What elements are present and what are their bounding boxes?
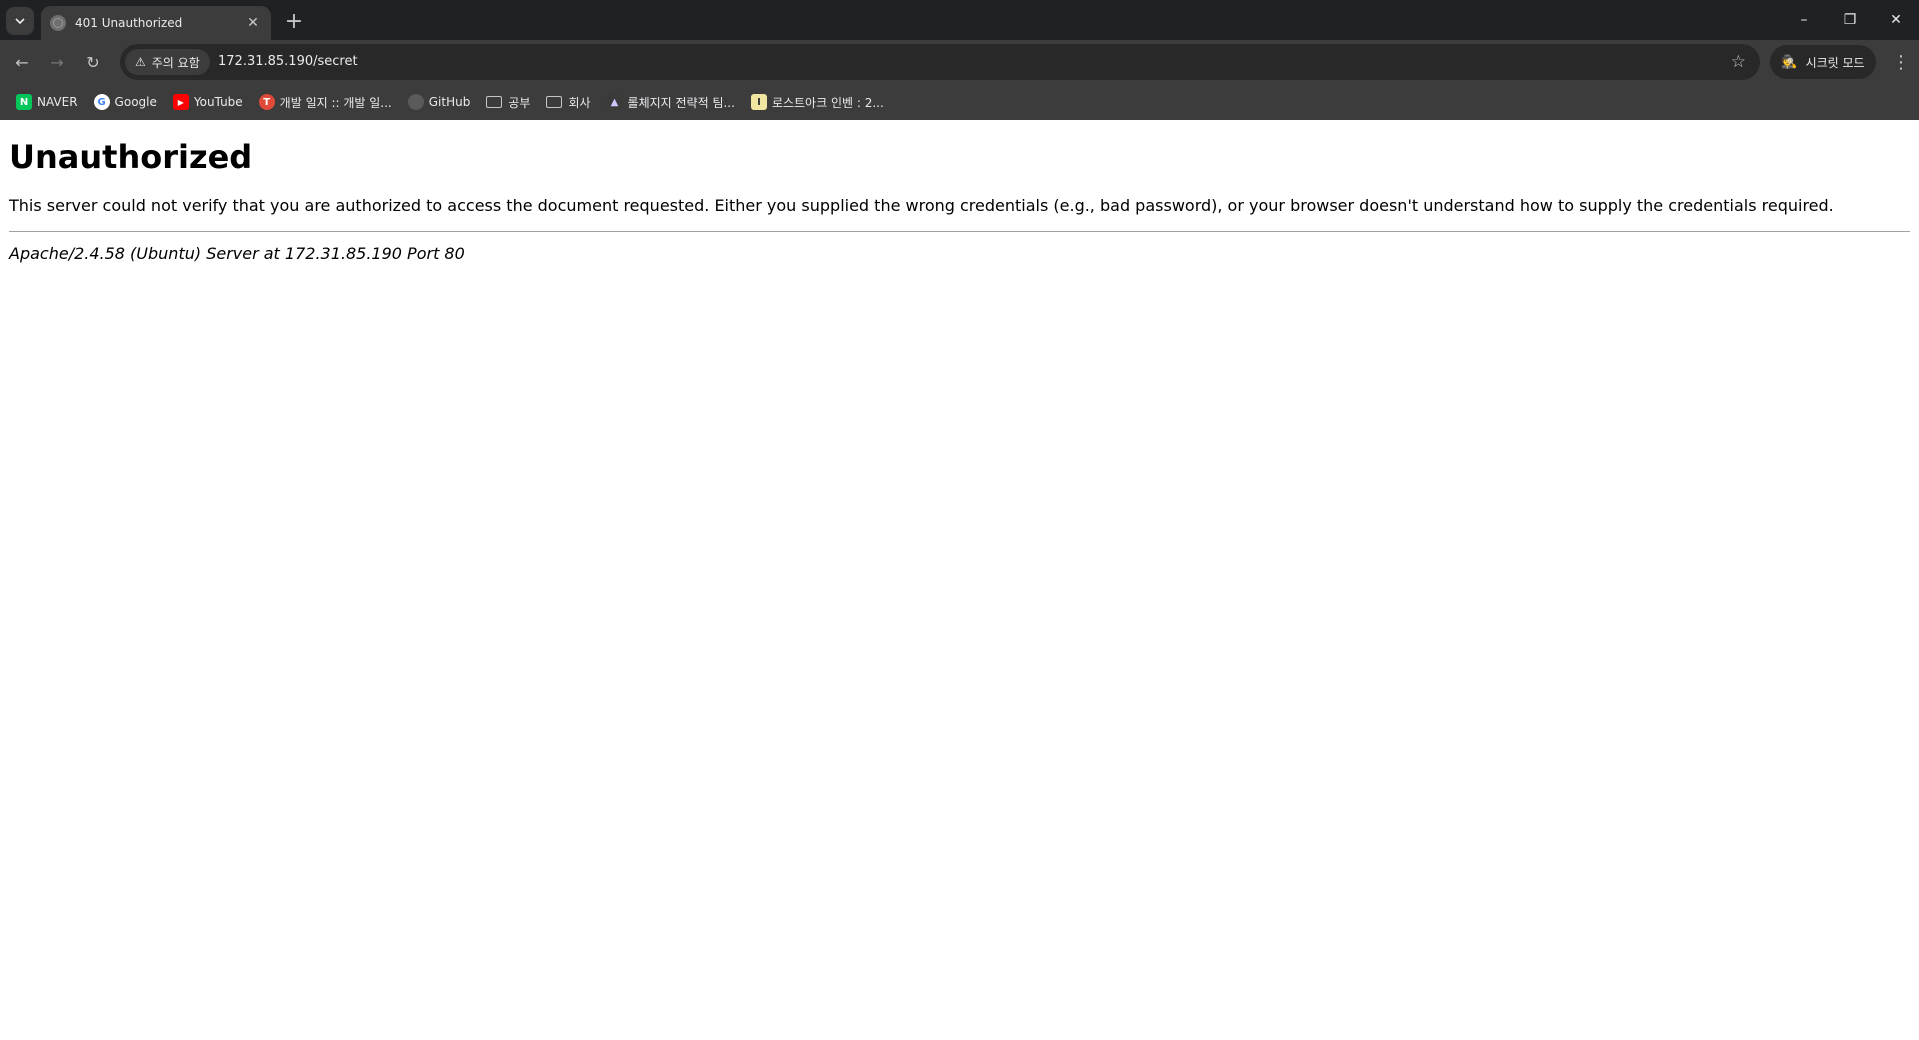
chevron-down-icon bbox=[15, 18, 25, 24]
bookmark-folder-company[interactable]: 회사 bbox=[540, 88, 596, 116]
star-icon[interactable]: ☆ bbox=[1731, 52, 1746, 72]
bookmark-inven[interactable]: I 로스트아크 인벤 : 2... bbox=[745, 88, 890, 116]
tab-strip: 401 Unauthorized ✕ + – ❐ ✕ bbox=[0, 0, 1919, 40]
page-title: Unauthorized bbox=[9, 138, 253, 176]
bookmarks-bar: N NAVER G Google ▶ YouTube T 개발 일지 :: 개발… bbox=[0, 84, 1919, 120]
bookmark-label: GitHub bbox=[428, 95, 471, 109]
bookmark-label: 롤체지지 전략적 팀... bbox=[627, 95, 735, 110]
bookmark-github[interactable]: GitHub bbox=[402, 88, 477, 116]
youtube-icon: ▶ bbox=[172, 94, 189, 110]
divider bbox=[9, 231, 1910, 232]
folder-icon bbox=[486, 96, 503, 108]
security-chip-label: 주의 요함 bbox=[151, 55, 200, 70]
bookmark-label: YouTube bbox=[193, 95, 243, 109]
tab-title: 401 Unauthorized bbox=[75, 16, 183, 30]
tistory-icon: T bbox=[258, 94, 275, 110]
lolchess-icon: ▲ bbox=[606, 94, 623, 110]
bookmark-label: 공부 bbox=[508, 95, 531, 110]
bookmark-folder-study[interactable]: 공부 bbox=[480, 88, 536, 116]
bookmark-youtube[interactable]: ▶ YouTube bbox=[167, 88, 249, 116]
folder-icon bbox=[546, 96, 563, 108]
server-signature: Apache/2.4.58 (Ubuntu) Server at 172.31.… bbox=[9, 244, 465, 263]
incognito-icon: 🕵 bbox=[1781, 54, 1798, 70]
tab-active[interactable]: 401 Unauthorized ✕ bbox=[41, 6, 271, 40]
forward-button[interactable]: → bbox=[43, 48, 71, 76]
bookmark-label: 개발 일지 :: 개발 일... bbox=[279, 95, 392, 110]
toolbar: ← → ↻ ⚠ 주의 요함 172.31.85.190/secret ☆ 🕵 시… bbox=[0, 40, 1919, 84]
globe-icon bbox=[50, 15, 66, 31]
bookmark-naver[interactable]: N NAVER bbox=[10, 88, 84, 116]
bookmark-dev-log[interactable]: T 개발 일지 :: 개발 일... bbox=[253, 88, 398, 116]
restore-button[interactable]: ❐ bbox=[1827, 0, 1873, 40]
incognito-label: 시크릿 모드 bbox=[1805, 55, 1865, 70]
address-bar[interactable]: ⚠ 주의 요함 172.31.85.190/secret ☆ bbox=[120, 44, 1760, 80]
github-icon bbox=[407, 94, 424, 110]
incognito-indicator[interactable]: 🕵 시크릿 모드 bbox=[1770, 45, 1876, 79]
back-button[interactable]: ← bbox=[8, 48, 36, 76]
error-message: This server could not verify that you ar… bbox=[9, 196, 1834, 215]
bookmark-lolchess[interactable]: ▲ 롤체지지 전략적 팀... bbox=[601, 88, 741, 116]
page-content: Unauthorized This server could not verif… bbox=[0, 120, 1919, 271]
url-text[interactable]: 172.31.85.190/secret bbox=[218, 54, 358, 69]
menu-button[interactable]: ⋮ bbox=[1889, 48, 1913, 76]
bookmark-google[interactable]: G Google bbox=[88, 88, 163, 116]
naver-icon: N bbox=[16, 94, 32, 110]
security-chip[interactable]: ⚠ 주의 요함 bbox=[125, 49, 210, 75]
close-icon[interactable]: ✕ bbox=[243, 15, 263, 31]
bookmark-label: 회사 bbox=[568, 95, 591, 110]
tab-search-button[interactable] bbox=[6, 7, 34, 35]
minimize-button[interactable]: – bbox=[1781, 0, 1827, 40]
google-icon: G bbox=[93, 94, 110, 110]
inven-icon: I bbox=[750, 94, 767, 110]
new-tab-button[interactable]: + bbox=[280, 7, 308, 35]
bookmark-label: Google bbox=[114, 95, 157, 109]
browser-chrome: 401 Unauthorized ✕ + – ❐ ✕ ← → ↻ ⚠ 주의 요함… bbox=[0, 0, 1919, 120]
warning-icon: ⚠ bbox=[135, 55, 146, 69]
reload-button[interactable]: ↻ bbox=[79, 48, 107, 76]
window-close-button[interactable]: ✕ bbox=[1873, 0, 1919, 40]
bookmark-label: 로스트아크 인벤 : 2... bbox=[771, 95, 884, 110]
bookmark-label: NAVER bbox=[37, 95, 78, 109]
